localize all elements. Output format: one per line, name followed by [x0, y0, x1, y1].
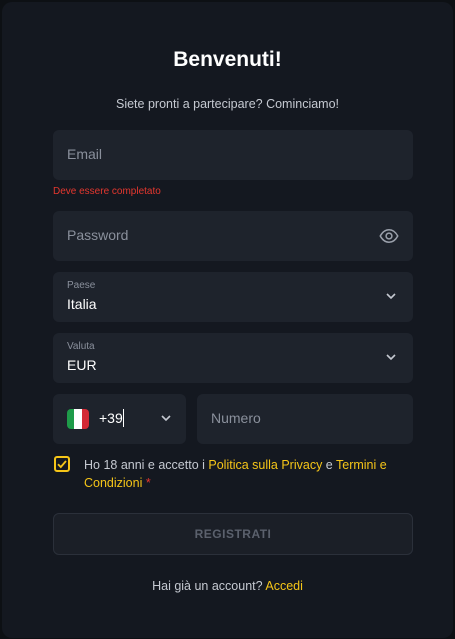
modal-title: Benvenuti! [173, 48, 282, 71]
email-error-message: Deve essere completato [53, 186, 161, 197]
checkmark-icon [57, 460, 67, 469]
country-select[interactable]: Paese Italia [53, 272, 413, 322]
italy-flag-icon [67, 409, 89, 429]
phone-number-placeholder: Numero [211, 410, 261, 426]
currency-label: Valuta [67, 341, 95, 352]
register-button[interactable]: REGISTRATI [53, 513, 413, 555]
terms-conjunction: e [322, 458, 336, 472]
country-value: Italia [67, 296, 97, 312]
privacy-policy-link[interactable]: Politica sulla Privacy [208, 458, 322, 472]
email-field[interactable]: Email [53, 130, 413, 180]
phone-country-code-select[interactable]: +39 [53, 394, 186, 444]
registration-modal: Benvenuti! Siete pronti a partecipare? C… [2, 2, 453, 638]
terms-text: Ho 18 anni e accetto i Politica sulla Pr… [84, 456, 404, 492]
password-field[interactable]: Password [53, 211, 413, 261]
terms-checkbox[interactable] [54, 456, 70, 472]
phone-code-value: +39 [99, 410, 123, 426]
modal-subtitle: Siete pronti a partecipare? Cominciamo! [115, 97, 340, 111]
eye-icon[interactable] [379, 226, 399, 246]
currency-select[interactable]: Valuta EUR [53, 333, 413, 383]
text-cursor [123, 409, 124, 427]
chevron-down-icon [386, 354, 396, 361]
chevron-down-icon [161, 415, 171, 422]
login-question: Hai già un account? [152, 579, 266, 593]
side-decoration [2, 112, 5, 122]
login-link[interactable]: Accedi [265, 579, 303, 593]
email-placeholder: Email [67, 146, 103, 162]
chevron-down-icon [386, 293, 396, 300]
password-placeholder: Password [67, 227, 129, 243]
terms-prefix: Ho 18 anni e accetto i [84, 458, 209, 472]
country-label: Paese [67, 280, 96, 291]
currency-value: EUR [67, 357, 97, 373]
required-mark: * [142, 476, 151, 490]
login-prompt: Hai già un account? Accedi [2, 579, 453, 593]
phone-number-field[interactable]: Numero [197, 394, 413, 444]
